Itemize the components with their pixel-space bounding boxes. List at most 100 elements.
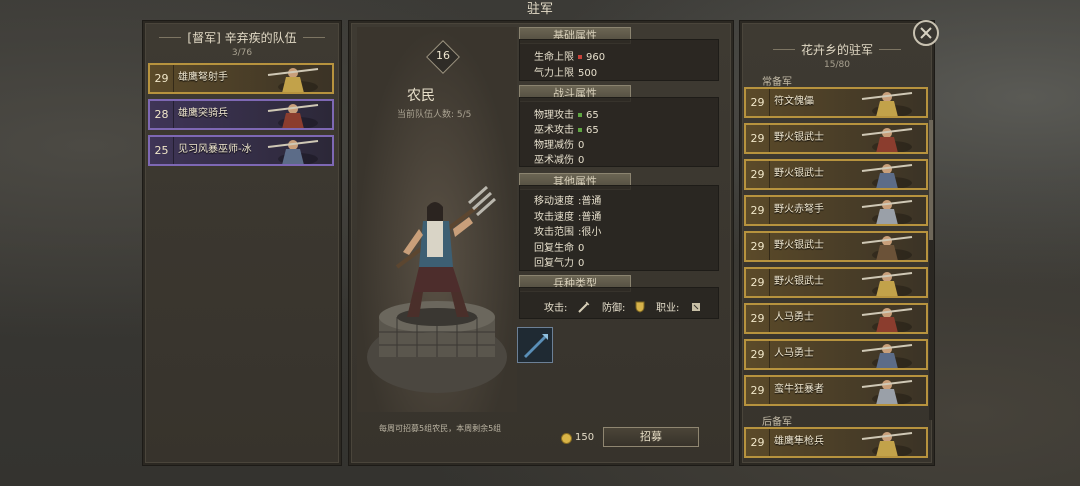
stat-label: 生命上限 bbox=[534, 52, 574, 63]
unit-card-portrait bbox=[832, 269, 922, 296]
combat-attributes-box: 物理攻击 65 巫术攻击 65 物理减伤 0 巫术减伤 0 bbox=[519, 97, 719, 167]
stat-value: 960 bbox=[586, 52, 606, 63]
blade-icon bbox=[524, 334, 548, 358]
unit-card-level: 29 bbox=[746, 197, 770, 224]
garrison-panel: 花卉乡的驻军 15/80 常备军 29 符文傀儡 29 野火银武士 29 野火银武士 29 野… bbox=[739, 20, 935, 466]
stat-value: 0 bbox=[578, 140, 585, 151]
unit-card-portrait bbox=[832, 305, 922, 332]
unit-card[interactable]: 29 雄鹰弩射手 bbox=[148, 63, 334, 94]
stat-line: 回复生命 0 bbox=[534, 239, 584, 254]
unit-card[interactable]: 29 蛮牛狂暴者 bbox=[744, 375, 928, 406]
unit-card-name: 野火赤弩手 bbox=[774, 204, 824, 215]
unit-card-name: 雄鹰弩射手 bbox=[178, 72, 228, 83]
stat-value: :普通 bbox=[578, 211, 602, 223]
garrison-scrollbar[interactable] bbox=[929, 120, 933, 420]
stat-label: 气力上限 bbox=[534, 68, 574, 79]
unit-card-level: 28 bbox=[150, 101, 174, 128]
unit-card-portrait bbox=[832, 341, 922, 368]
class-type-label: 职业: bbox=[656, 303, 680, 314]
unit-card-name: 雄鹰隼枪兵 bbox=[774, 436, 824, 447]
stat-label: 巫术攻击 bbox=[534, 125, 574, 136]
stat-line: 巫术攻击 65 bbox=[534, 121, 599, 136]
stat-value: :普通 bbox=[578, 196, 602, 207]
unit-card-name: 野火银武士 bbox=[774, 168, 824, 179]
other-attributes-box: 移动速度:普通 攻击速度:普通 攻击范围:很小 回复生命 0 回复气力 0 bbox=[519, 185, 719, 271]
stat-marker bbox=[578, 54, 582, 59]
unit-card-level: 29 bbox=[746, 341, 770, 368]
unit-card-level: 29 bbox=[746, 269, 770, 296]
class-icon bbox=[690, 298, 702, 317]
unit-card-name: 雄鹰突骑兵 bbox=[178, 108, 228, 119]
stat-label: 移动速度 bbox=[534, 196, 574, 207]
stat-label: 物理攻击 bbox=[534, 110, 574, 121]
stat-line: 巫术减伤 0 bbox=[534, 151, 584, 166]
shield-icon bbox=[634, 298, 646, 317]
unit-card-level: 29 bbox=[746, 233, 770, 260]
stat-line: 回复气力 0 bbox=[534, 254, 584, 269]
stat-label: 攻击速度 bbox=[534, 211, 574, 223]
unit-card[interactable]: 29 野火银武士 bbox=[744, 159, 928, 190]
unit-card-portrait bbox=[832, 233, 922, 260]
scrollbar-thumb[interactable] bbox=[929, 120, 933, 240]
unit-card-name: 人马勇士 bbox=[774, 312, 814, 323]
stat-label: 回复气力 bbox=[534, 258, 574, 269]
unit-card-name: 野火银武士 bbox=[774, 132, 824, 143]
unit-card[interactable]: 28 雄鹰突骑兵 bbox=[148, 99, 334, 130]
stat-line: 物理攻击 65 bbox=[534, 106, 599, 121]
garrison-title: 花卉乡的驻军 bbox=[740, 41, 934, 58]
unit-card-level: 29 bbox=[746, 305, 770, 332]
unit-card-portrait bbox=[832, 377, 922, 404]
weapon-slot[interactable] bbox=[517, 327, 553, 363]
stat-label: 巫术减伤 bbox=[534, 155, 574, 166]
stat-value: 0 bbox=[578, 258, 585, 269]
stat-line: 攻击速度 :普通 bbox=[534, 208, 601, 223]
unit-card[interactable]: 29 野火银武士 bbox=[744, 123, 928, 154]
unit-card-portrait bbox=[238, 101, 328, 128]
close-button[interactable] bbox=[913, 20, 939, 46]
attack-type-label: 攻击: bbox=[544, 303, 568, 314]
stat-value: 65 bbox=[586, 125, 599, 136]
unit-card-portrait bbox=[832, 89, 922, 116]
unit-card-name: 人马勇士 bbox=[774, 348, 814, 359]
stat-value: 65 bbox=[586, 110, 599, 121]
unit-card[interactable]: 29 野火银武士 bbox=[744, 267, 928, 298]
party-panel: [督军] 辛弃疾的队伍 3/76 29 雄鹰弩射手 28 雄鹰突骑兵 25 见习风暴巫师-… bbox=[142, 20, 342, 466]
unit-card-name: 蛮牛狂暴者 bbox=[774, 384, 824, 395]
stat-marker bbox=[578, 127, 582, 132]
stat-value: :很小 bbox=[578, 227, 602, 238]
unit-card-portrait bbox=[832, 125, 922, 152]
stat-line: 攻击范围 :很小 bbox=[534, 223, 601, 238]
unit-card-name: 野火银武士 bbox=[774, 276, 824, 287]
unit-card-level: 29 bbox=[746, 89, 770, 116]
unit-card[interactable]: 29 符文傀儡 bbox=[744, 87, 928, 118]
unit-card[interactable]: 29 雄鹰隼枪兵 bbox=[744, 427, 928, 458]
stat-value: 0 bbox=[578, 242, 585, 254]
unit-card-portrait bbox=[832, 161, 922, 188]
reserve-army-label: 后备军 bbox=[762, 417, 792, 428]
stat-value: 500 bbox=[578, 68, 598, 79]
unit-card-name: 野火银武士 bbox=[774, 240, 824, 251]
basic-attributes-box: 生命上限 960 气力上限 500 bbox=[519, 39, 719, 81]
stat-line: 气力上限 500 bbox=[534, 64, 597, 79]
unit-card-level: 29 bbox=[746, 377, 770, 404]
stat-label: 攻击范围 bbox=[534, 227, 574, 238]
garrison-count: 15/80 bbox=[824, 60, 850, 70]
unit-detail-panel: 16 农民 当前队伍人数: 5/5 基础属性 生命上限 960 气力上限 500… bbox=[348, 20, 734, 466]
regular-army-label: 常备军 bbox=[762, 77, 792, 88]
unit-card[interactable]: 29 人马勇士 bbox=[744, 303, 928, 334]
unit-card-portrait bbox=[238, 137, 328, 164]
unit-card[interactable]: 29 人马勇士 bbox=[744, 339, 928, 370]
unit-card[interactable]: 29 野火银武士 bbox=[744, 231, 928, 262]
unit-card-level: 29 bbox=[746, 429, 770, 456]
stat-value: 0 bbox=[578, 155, 585, 166]
stat-marker bbox=[578, 112, 582, 117]
unit-card[interactable]: 25 见习风暴巫师-冰 bbox=[148, 135, 334, 166]
coin-icon bbox=[561, 433, 572, 444]
party-count: 3/76 bbox=[231, 48, 253, 58]
unit-level: 16 bbox=[436, 49, 450, 62]
stat-line: 物理减伤 0 bbox=[534, 136, 584, 151]
recruit-button[interactable]: 招募 bbox=[603, 427, 699, 447]
stat-label: 回复生命 bbox=[534, 242, 574, 254]
unit-name: 农民 bbox=[407, 88, 435, 104]
unit-card[interactable]: 29 野火赤弩手 bbox=[744, 195, 928, 226]
